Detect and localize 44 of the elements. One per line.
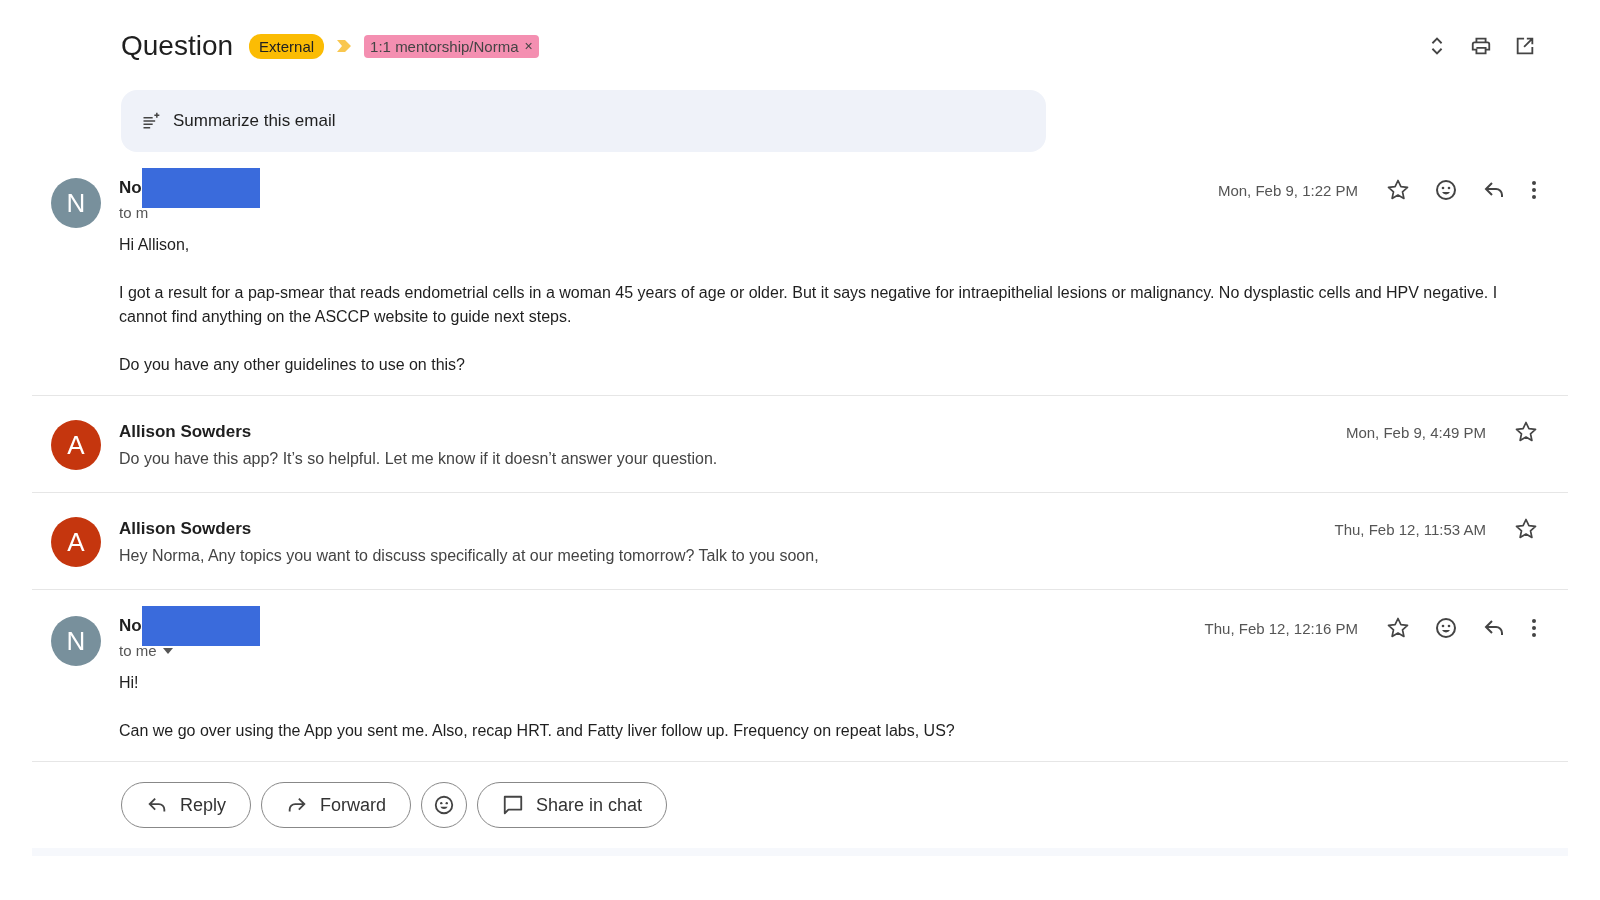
- label-chip: 1:1 mentorship/Norma ×: [364, 34, 539, 58]
- recipient-text: to m: [119, 204, 149, 221]
- star-icon[interactable]: [1514, 517, 1538, 541]
- summary-sparkle-icon: [141, 111, 161, 131]
- emoji-reaction-button[interactable]: [421, 782, 468, 828]
- reply-button[interactable]: Reply: [121, 782, 252, 828]
- star-icon[interactable]: [1386, 616, 1410, 640]
- forward-button[interactable]: Forward: [261, 782, 412, 828]
- sender-name: Allison Sowders: [119, 519, 252, 539]
- message-paragraph: Do you have any other guidelines to use on this?: [119, 355, 466, 375]
- more-options-icon[interactable]: [1530, 178, 1538, 202]
- star-icon[interactable]: [1386, 178, 1410, 202]
- recipient-text: to me: [119, 642, 157, 659]
- message-paragraph: Hi!: [119, 673, 140, 693]
- message-date: Mon, Feb 9, 4:49 PM: [1345, 423, 1486, 441]
- sender-name: No: [119, 616, 142, 636]
- print-icon[interactable]: [1470, 35, 1492, 57]
- message-paragraph: Hi Allison,: [119, 235, 191, 255]
- emoji-icon[interactable]: [1434, 616, 1458, 640]
- star-icon[interactable]: [1514, 420, 1538, 444]
- message-snippet: Hey Norma, Any topics you want to discuss specifically at our meeting tomorrow? Talk to you soon,: [119, 547, 820, 565]
- email-subject: Question: [121, 30, 234, 62]
- importance-marker-icon[interactable]: [336, 39, 353, 53]
- summarize-button[interactable]: Summarize this email: [121, 90, 1046, 152]
- avatar: A: [51, 517, 101, 567]
- message-date: Mon, Feb 9, 1:22 PM: [1217, 181, 1358, 199]
- label-chip: External: [249, 33, 325, 59]
- message-paragraph: I got a result for a pap-smear that reads endometrial cells in a woman 45 years of age or older. But it says negative for intraepithelial lesions or malignancy. No dysplastic cells and HPV negative. I cannot find anything on the ASCCP website to guide next steps.: [119, 283, 1499, 327]
- message-paragraph: Can we go over using the App you sent me. Also, recap HRT. and Fatty liver follow up. Frequency on repeat labs, US?: [119, 721, 956, 741]
- avatar: N: [51, 616, 101, 666]
- sender-name: No: [119, 178, 142, 198]
- emoji-icon[interactable]: [1434, 178, 1458, 202]
- avatar: A: [51, 420, 101, 470]
- more-options-icon[interactable]: [1530, 616, 1538, 640]
- chat-bubble-icon: [502, 794, 525, 816]
- emoji-icon: [433, 794, 456, 816]
- chat-button[interactable]: Share in chat: [477, 782, 668, 828]
- remove-label-button[interactable]: ×: [524, 38, 533, 54]
- open-in-new-window-icon[interactable]: [1514, 35, 1536, 57]
- sender-name: Allison Sowders: [119, 422, 252, 442]
- message-snippet: Do you have this app? It’s so helpful. Let me know if it doesn’t answer your question.: [119, 450, 719, 468]
- message-date: Thu, Feb 12, 12:16 PM: [1204, 619, 1358, 637]
- message-date: Thu, Feb 12, 11:53 AM: [1334, 520, 1486, 538]
- avatar: N: [51, 178, 101, 228]
